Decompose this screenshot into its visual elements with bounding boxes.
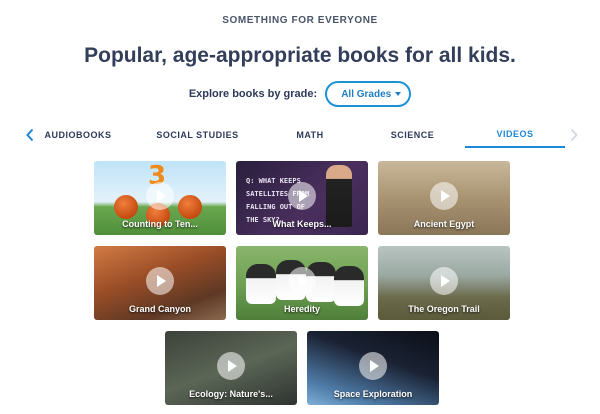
video-title: Heredity — [283, 304, 320, 314]
grade-filter-label: Explore books by grade: — [188, 88, 318, 100]
grade-select[interactable]: All Grades — [325, 81, 412, 107]
basketball-image — [114, 195, 138, 219]
play-icon — [288, 267, 316, 295]
tab-social-studies[interactable]: SOCIAL STUDIES — [150, 122, 245, 148]
tab-science[interactable]: SCIENCE — [375, 122, 450, 148]
video-card-satellites[interactable]: Q: WHAT KEEPS SATELLITES FROM FALLING OU… — [236, 161, 368, 235]
section-eyebrow: SOMETHING FOR EVERYONE — [222, 15, 378, 26]
video-title: What Keeps... — [272, 219, 332, 229]
tab-math[interactable]: MATH — [285, 122, 335, 148]
category-tabs: AUDIOBOOKS SOCIAL STUDIES MATH SCIENCE V… — [20, 122, 580, 148]
video-card-heredity[interactable]: Heredity — [236, 246, 368, 320]
video-title: Counting to Ten... — [122, 219, 198, 229]
play-icon — [430, 267, 458, 295]
puppy-image — [246, 264, 276, 304]
video-title: Grand Canyon — [128, 304, 191, 314]
grade-filter: Explore books by grade: All Grades — [0, 80, 600, 108]
play-icon — [359, 352, 387, 380]
play-icon — [146, 267, 174, 295]
basketball-image — [178, 195, 202, 219]
play-icon — [146, 182, 174, 210]
presenter-image — [326, 165, 352, 227]
play-icon — [217, 352, 245, 380]
play-icon — [430, 182, 458, 210]
video-card-grand-canyon[interactable]: Grand Canyon — [94, 246, 226, 320]
video-card-counting[interactable]: 3 Counting to Ten... — [94, 161, 226, 235]
caret-down-icon — [395, 92, 402, 96]
video-title: The Oregon Trail — [408, 304, 480, 314]
chevron-right-icon[interactable] — [570, 128, 578, 142]
tab-videos[interactable]: VIDEOS — [465, 122, 565, 148]
video-card-space-exploration[interactable]: Space Exploration — [307, 331, 439, 405]
video-card-ancient-egypt[interactable]: Ancient Egypt — [378, 161, 510, 235]
tab-audiobooks[interactable]: AUDIOBOOKS — [38, 122, 118, 148]
page-headline: Popular, age-appropriate books for all k… — [84, 44, 516, 67]
play-icon — [288, 182, 316, 210]
video-card-ecology[interactable]: Ecology: Nature's... — [165, 331, 297, 405]
video-title: Ecology: Nature's... — [189, 389, 273, 399]
video-title: Space Exploration — [333, 389, 413, 399]
video-card-oregon-trail[interactable]: The Oregon Trail — [378, 246, 510, 320]
video-title: Ancient Egypt — [413, 219, 475, 229]
chevron-left-icon[interactable] — [26, 128, 34, 142]
grade-select-value: All Grades — [341, 88, 392, 100]
puppy-image — [334, 266, 364, 306]
